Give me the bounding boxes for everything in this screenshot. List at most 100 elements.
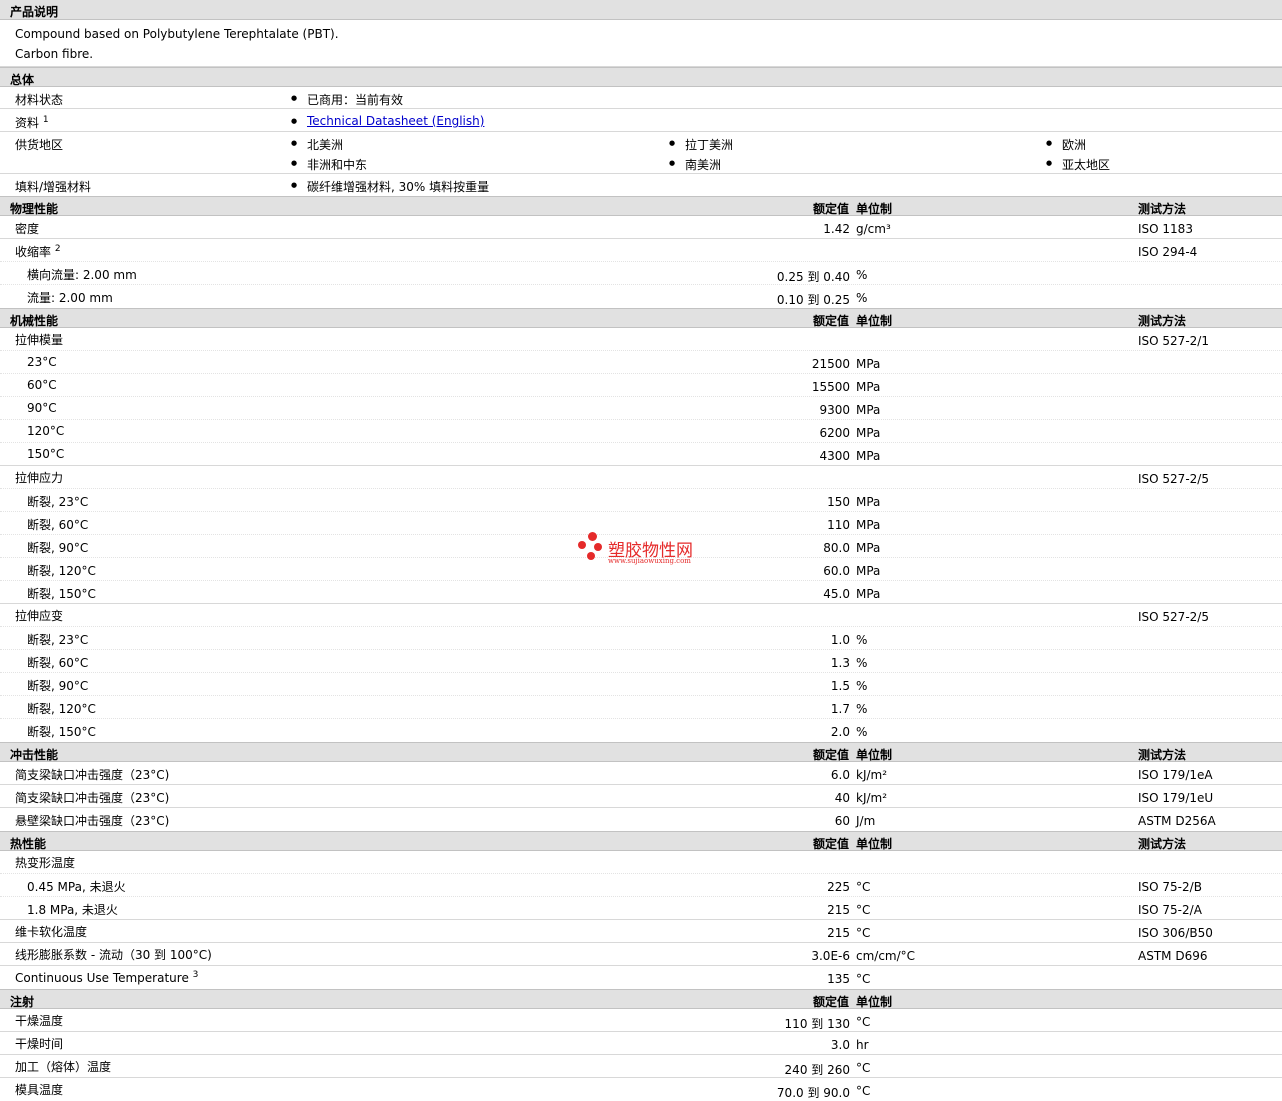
property-value: 110 到 130 — [784, 1017, 850, 1031]
row-label: 供货地区 — [15, 138, 64, 152]
property-row-continuous-use-temp: Continuous Use Temperature 3 135 °C — [0, 966, 1282, 989]
property-subrow: 23°C 21500 MPa — [0, 351, 1282, 374]
datasheet: 产品说明 Compound based on Polybutylene Tere… — [0, 0, 1282, 1101]
property-label: 150°C — [27, 447, 65, 461]
header-value: 额定值 — [812, 995, 849, 1009]
property-unit: °C — [856, 1061, 871, 1075]
property-subrow: 横向流量: 2.00 mm 0.25 到 0.40 % — [0, 262, 1282, 285]
property-unit: MPa — [856, 495, 881, 509]
section-impact: 冲击性能 额定值 单位制 测试方法 — [0, 742, 1282, 762]
property-label: 横向流量: 2.00 mm — [27, 268, 137, 282]
property-label: 简支梁缺口冲击强度（23°C) — [15, 791, 170, 805]
property-label: 拉伸应力 — [15, 471, 64, 485]
property-value: 40 — [834, 791, 850, 805]
property-subrow: 断裂, 90°C 1.5% — [0, 673, 1282, 696]
property-method: ISO 75-2/A — [1138, 903, 1202, 917]
property-unit: kJ/m² — [856, 768, 888, 782]
property-method: ISO 527-2/5 — [1138, 472, 1209, 486]
property-label: 流量: 2.00 mm — [27, 291, 113, 305]
property-row-shrinkage: 收缩率 2 ISO 294-4 — [0, 239, 1282, 262]
property-row: 干燥温度 110 到 130 °C — [0, 1009, 1282, 1032]
property-label: Continuous Use Temperature 3 — [15, 970, 199, 985]
property-label: 断裂, 150°C — [27, 587, 96, 601]
property-value: 21500 — [811, 357, 850, 371]
property-method: ISO 527-2/1 — [1138, 334, 1209, 348]
property-unit: % — [856, 679, 868, 693]
property-label: 断裂, 90°C — [27, 541, 89, 555]
description-line: Carbon fibre. — [15, 47, 94, 61]
section-title: 总体 — [10, 73, 35, 87]
general-filler-row: 填料/增强材料 碳纤维增强材料, 30% 填料按重量 — [0, 174, 1282, 196]
property-method: ISO 1183 — [1138, 222, 1193, 236]
property-subrow: 断裂, 23°C 150 MPa — [0, 489, 1282, 512]
property-row-tensile-strain: 拉伸应变 ISO 527-2/5 — [0, 604, 1282, 627]
property-value: 215 — [827, 903, 850, 917]
property-subrow: 90°C 9300 MPa — [0, 397, 1282, 420]
section-physical: 物理性能 额定值 单位制 测试方法 — [0, 196, 1282, 216]
property-row-tensile-modulus: 拉伸模量 ISO 527-2/1 — [0, 328, 1282, 351]
property-value: 1.42 — [823, 222, 850, 236]
property-unit: °C — [856, 926, 871, 940]
property-row-hdt: 热变形温度 — [0, 851, 1282, 874]
property-value: 6200 — [819, 426, 850, 440]
property-label: 维卡软化温度 — [15, 925, 88, 939]
property-value: 60.0 — [823, 564, 850, 578]
property-label: 收缩率 2 — [15, 244, 61, 259]
watermark-url: www.sujiaowuxing.com — [608, 557, 691, 565]
section-title: 注射 — [10, 995, 35, 1009]
section-general: 总体 — [0, 67, 1282, 87]
region-item: 南美洲 — [669, 156, 721, 173]
header-value: 额定值 — [812, 202, 849, 216]
technical-datasheet-link[interactable]: Technical Datasheet (English) — [307, 114, 484, 128]
property-label: 断裂, 60°C — [27, 656, 89, 670]
property-value: 1.3 — [830, 656, 850, 670]
property-subrow: 断裂, 150°C 2.0% — [0, 719, 1282, 742]
property-subrow: 150°C 4300 MPa — [0, 443, 1282, 466]
product-description: Compound based on Polybutylene Terephtal… — [0, 20, 1282, 67]
property-value: 0.25 到 0.40 — [776, 270, 850, 284]
property-unit: hr — [856, 1038, 869, 1052]
property-unit: % — [856, 633, 868, 647]
property-value: 70.0 到 90.0 — [776, 1086, 850, 1100]
property-label: 悬壁梁缺口冲击强度（23°C) — [15, 814, 170, 828]
property-unit: MPa — [856, 518, 881, 532]
property-label: 断裂, 90°C — [27, 679, 89, 693]
section-injection: 注射 额定值 单位制 — [0, 989, 1282, 1009]
property-method: ISO 179/1eU — [1138, 791, 1214, 805]
property-label: 断裂, 120°C — [27, 702, 96, 716]
property-label: 断裂, 23°C — [27, 633, 89, 647]
property-method: ISO 527-2/5 — [1138, 610, 1209, 624]
header-unit: 单位制 — [856, 748, 893, 762]
property-label: 60°C — [27, 378, 57, 392]
property-value: 110 — [827, 518, 850, 532]
header-value: 额定值 — [812, 314, 849, 328]
property-subrow: 1.8 MPa, 未退火 215 °C ISO 75-2/A — [0, 897, 1282, 920]
property-value: 150 — [827, 495, 850, 509]
property-label: 1.8 MPa, 未退火 — [27, 903, 118, 917]
filler-value: 碳纤维增强材料, 30% 填料按重量 — [291, 178, 489, 195]
property-label: 简支梁缺口冲击强度（23°C) — [15, 768, 170, 782]
property-unit: MPa — [856, 380, 881, 394]
property-subrow: 断裂, 150°C 45.0 MPa — [0, 581, 1282, 604]
property-unit: % — [856, 268, 868, 282]
section-title: 物理性能 — [10, 202, 59, 216]
property-method: ASTM D696 — [1138, 949, 1208, 963]
property-row: 干燥时间 3.0 hr — [0, 1032, 1282, 1055]
property-value: 215 — [827, 926, 850, 940]
property-label: 密度 — [15, 222, 40, 236]
property-label: 断裂, 150°C — [27, 725, 96, 739]
property-label: 热变形温度 — [15, 856, 76, 870]
section-title: 冲击性能 — [10, 748, 59, 762]
header-method: 测试方法 — [1138, 202, 1187, 216]
section-mechanical: 机械性能 额定值 单位制 测试方法 — [0, 308, 1282, 328]
property-unit: % — [856, 656, 868, 670]
property-subrow: 断裂, 60°C 1.3% — [0, 650, 1282, 673]
section-product-description: 产品说明 — [0, 0, 1282, 20]
property-unit: MPa — [856, 357, 881, 371]
property-subrow: 120°C 6200 MPa — [0, 420, 1282, 443]
property-subrow: 60°C 15500 MPa — [0, 374, 1282, 397]
property-unit: % — [856, 291, 868, 305]
property-unit: MPa — [856, 541, 881, 555]
property-subrow: 流量: 2.00 mm 0.10 到 0.25 % — [0, 285, 1282, 308]
row-label: 填料/增强材料 — [15, 180, 92, 194]
